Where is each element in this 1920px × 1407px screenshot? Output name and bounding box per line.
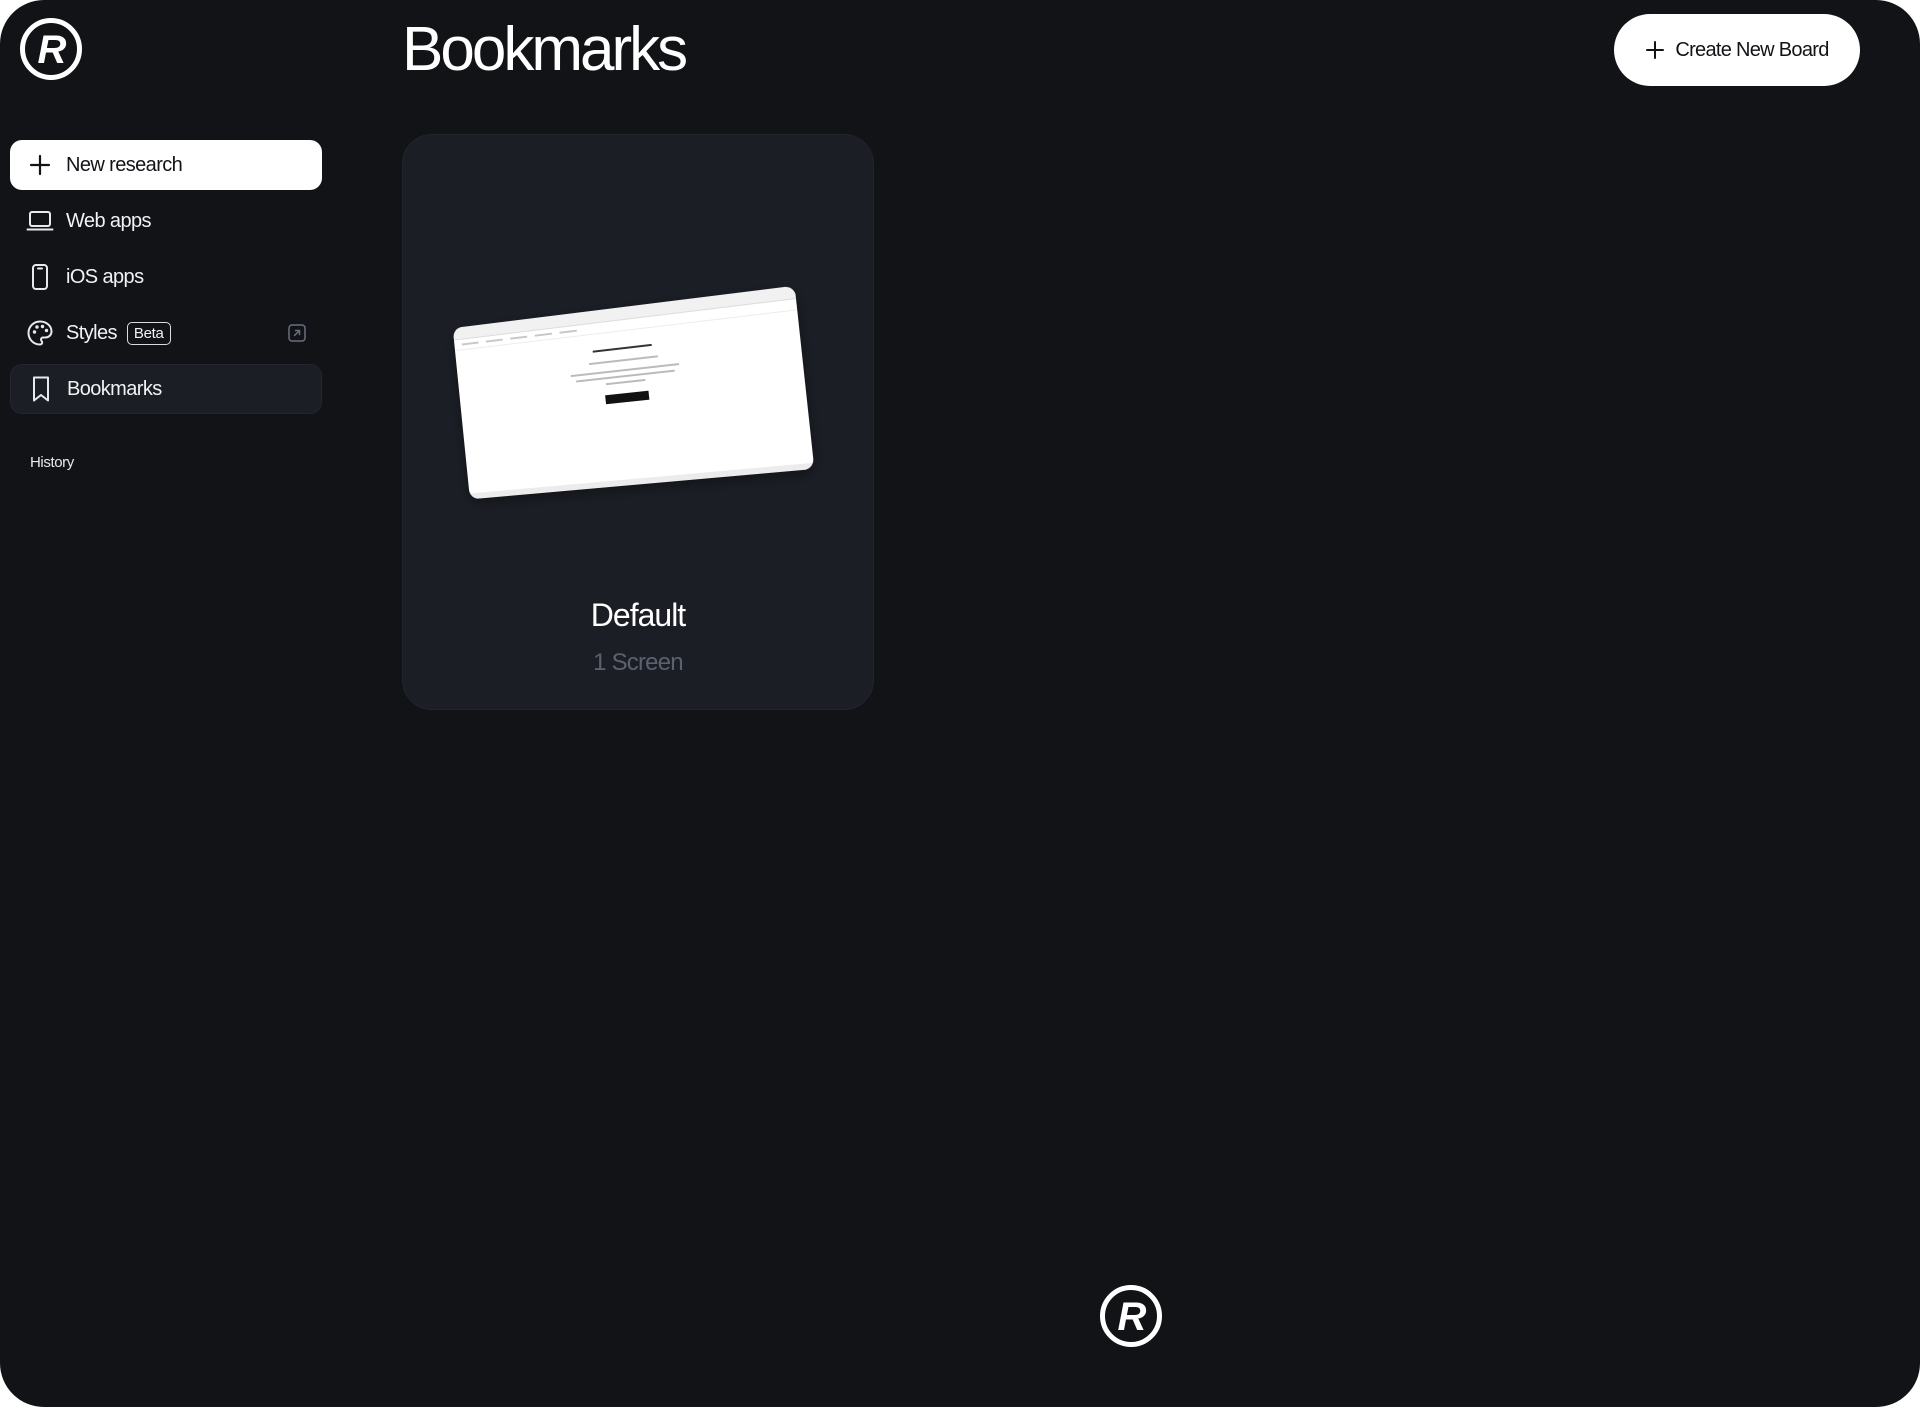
- page-title: Bookmarks: [402, 15, 688, 84]
- create-new-board-button[interactable]: Create New Board: [1614, 14, 1860, 86]
- history-section-label: History: [30, 454, 74, 471]
- plus-icon: [26, 151, 54, 179]
- external-link-icon[interactable]: [288, 324, 306, 348]
- sidebar: New research Web apps iOS apps Styles Be…: [10, 140, 322, 471]
- app-window: R New research Web apps iOS apps Styles: [0, 0, 1920, 1407]
- sidebar-item-label: iOS apps: [66, 265, 144, 288]
- palette-icon: [26, 319, 54, 347]
- new-research-label: New research: [66, 153, 183, 176]
- sidebar-item-label: Styles: [66, 321, 117, 344]
- sidebar-item-web-apps[interactable]: Web apps: [10, 196, 322, 246]
- app-logo-icon[interactable]: R: [20, 18, 82, 80]
- plus-icon: [1645, 40, 1665, 60]
- board-screen-count: 1 Screen: [593, 649, 683, 676]
- sidebar-item-label: Web apps: [66, 209, 151, 232]
- new-research-button[interactable]: New research: [10, 140, 322, 190]
- sidebar-item-styles[interactable]: Styles Beta: [10, 308, 322, 358]
- phone-icon: [26, 263, 54, 291]
- bookmark-icon: [27, 375, 55, 403]
- sidebar-item-label: Bookmarks: [67, 377, 162, 400]
- board-card-default[interactable]: Default 1 Screen: [402, 134, 874, 710]
- create-new-board-label: Create New Board: [1675, 38, 1829, 61]
- sidebar-item-bookmarks[interactable]: Bookmarks: [10, 364, 322, 414]
- footer-logo-icon: R: [1100, 1285, 1162, 1347]
- board-name: Default: [590, 597, 686, 633]
- sidebar-item-ios-apps[interactable]: iOS apps: [10, 252, 322, 302]
- beta-badge: Beta: [126, 321, 171, 345]
- board-thumbnail: [452, 285, 815, 500]
- laptop-icon: [26, 207, 54, 235]
